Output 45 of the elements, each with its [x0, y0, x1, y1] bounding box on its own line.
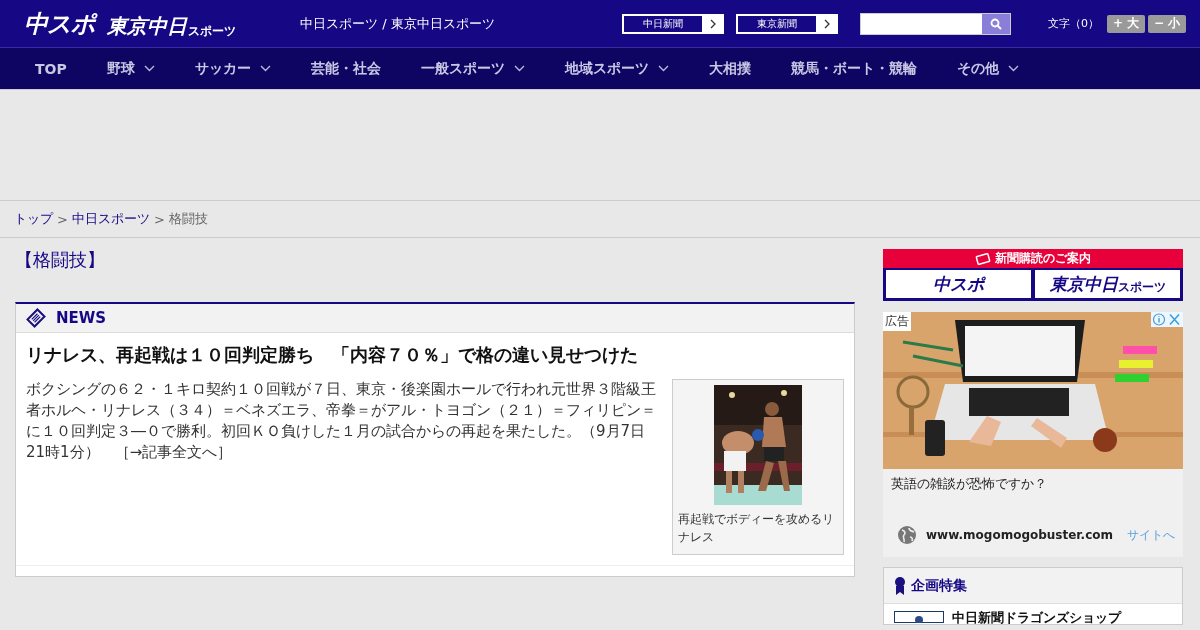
search-field[interactable]: [860, 12, 1011, 35]
news-headline[interactable]: リナレス、再起戦は１０回判定勝ち 「内容７０％」で格の違い見せつけた: [26, 343, 844, 367]
photo-caption: 再起戦でボディーを攻めるリナレス: [678, 511, 835, 546]
breadcrumb-link[interactable]: トップ: [14, 210, 53, 228]
banner-title: 新聞購読のご案内: [995, 250, 1091, 267]
chevron-right-icon: [710, 18, 716, 29]
font-size-label: 文字（0）: [1048, 16, 1099, 31]
ad-label: 広告: [883, 312, 911, 331]
globe-icon: [897, 525, 917, 545]
ticket-icon: [975, 252, 991, 265]
breadcrumb-separator: >: [57, 211, 68, 227]
nav-item[interactable]: 一般スポーツ: [420, 59, 525, 78]
ad-headline[interactable]: 英語の雑談が恐怖ですか？: [883, 469, 1183, 525]
section-heading: 企画特集: [911, 576, 967, 595]
nav-item[interactable]: 競馬・ボート・競輪: [790, 59, 917, 78]
nav-item[interactable]: 大相撲: [708, 59, 751, 78]
nav-item[interactable]: 地域スポーツ: [564, 59, 669, 78]
newspaper-logo[interactable]: 中スポ: [886, 270, 1031, 298]
shop-thumbnail-icon[interactable]: [894, 611, 944, 623]
subscription-banner[interactable]: 新聞購読のご案内 中スポ 東京中日スポーツ: [883, 249, 1183, 301]
nav-item[interactable]: サッカー: [194, 59, 271, 78]
site-logo-sub[interactable]: 東京中日: [107, 12, 187, 40]
ad-choices-icon[interactable]: [1151, 312, 1183, 327]
nav-item[interactable]: TOP: [35, 60, 67, 77]
newspaper-logo[interactable]: 東京中日スポーツ: [1035, 270, 1180, 298]
site-title: 中日スポーツ / 東京中日スポーツ: [300, 14, 496, 33]
award-ribbon-icon: [894, 575, 906, 596]
breadcrumb-separator: >: [153, 211, 165, 227]
news-summary: ボクシングの６２・１キロ契約１０回戦が７日、東京・後楽園ホールで行われ元世界３階級王者ホルヘ・リナレス（３４）＝ベネズエラ、帝拳＝がアル・トヨゴン（２１）＝フィリピン＝に１０回判定３―０で勝利。初回ＫＯ負けした１月の試合からの再起を果たした。（9月7日 21時1分） ［→記事全文へ］: [26, 379, 657, 463]
newspaper-icon: [26, 308, 46, 328]
nav-item[interactable]: 野球: [106, 59, 155, 78]
paper-link[interactable]: 中日新聞: [622, 13, 724, 34]
nav-item[interactable]: 芸能・社会: [310, 59, 381, 78]
section-heading: NEWS: [56, 309, 107, 327]
category-title: 【格闘技】: [15, 248, 106, 272]
site-logo-small: スポーツ: [188, 23, 236, 40]
paper-link[interactable]: 東京新聞: [736, 13, 838, 34]
chevron-right-icon: [824, 18, 830, 29]
nav-item[interactable]: その他: [956, 59, 1019, 78]
breadcrumb-link[interactable]: 中日スポーツ: [71, 210, 150, 228]
feature-link[interactable]: 中日新聞ドラゴンズショップ: [952, 611, 1121, 624]
read-more-link[interactable]: ［→記事全文へ］: [114, 443, 233, 461]
ad-url: www.mogomogobuster.com: [926, 528, 1114, 542]
current-page-label: 格闘技: [168, 210, 208, 228]
search-icon[interactable]: [982, 13, 1010, 34]
